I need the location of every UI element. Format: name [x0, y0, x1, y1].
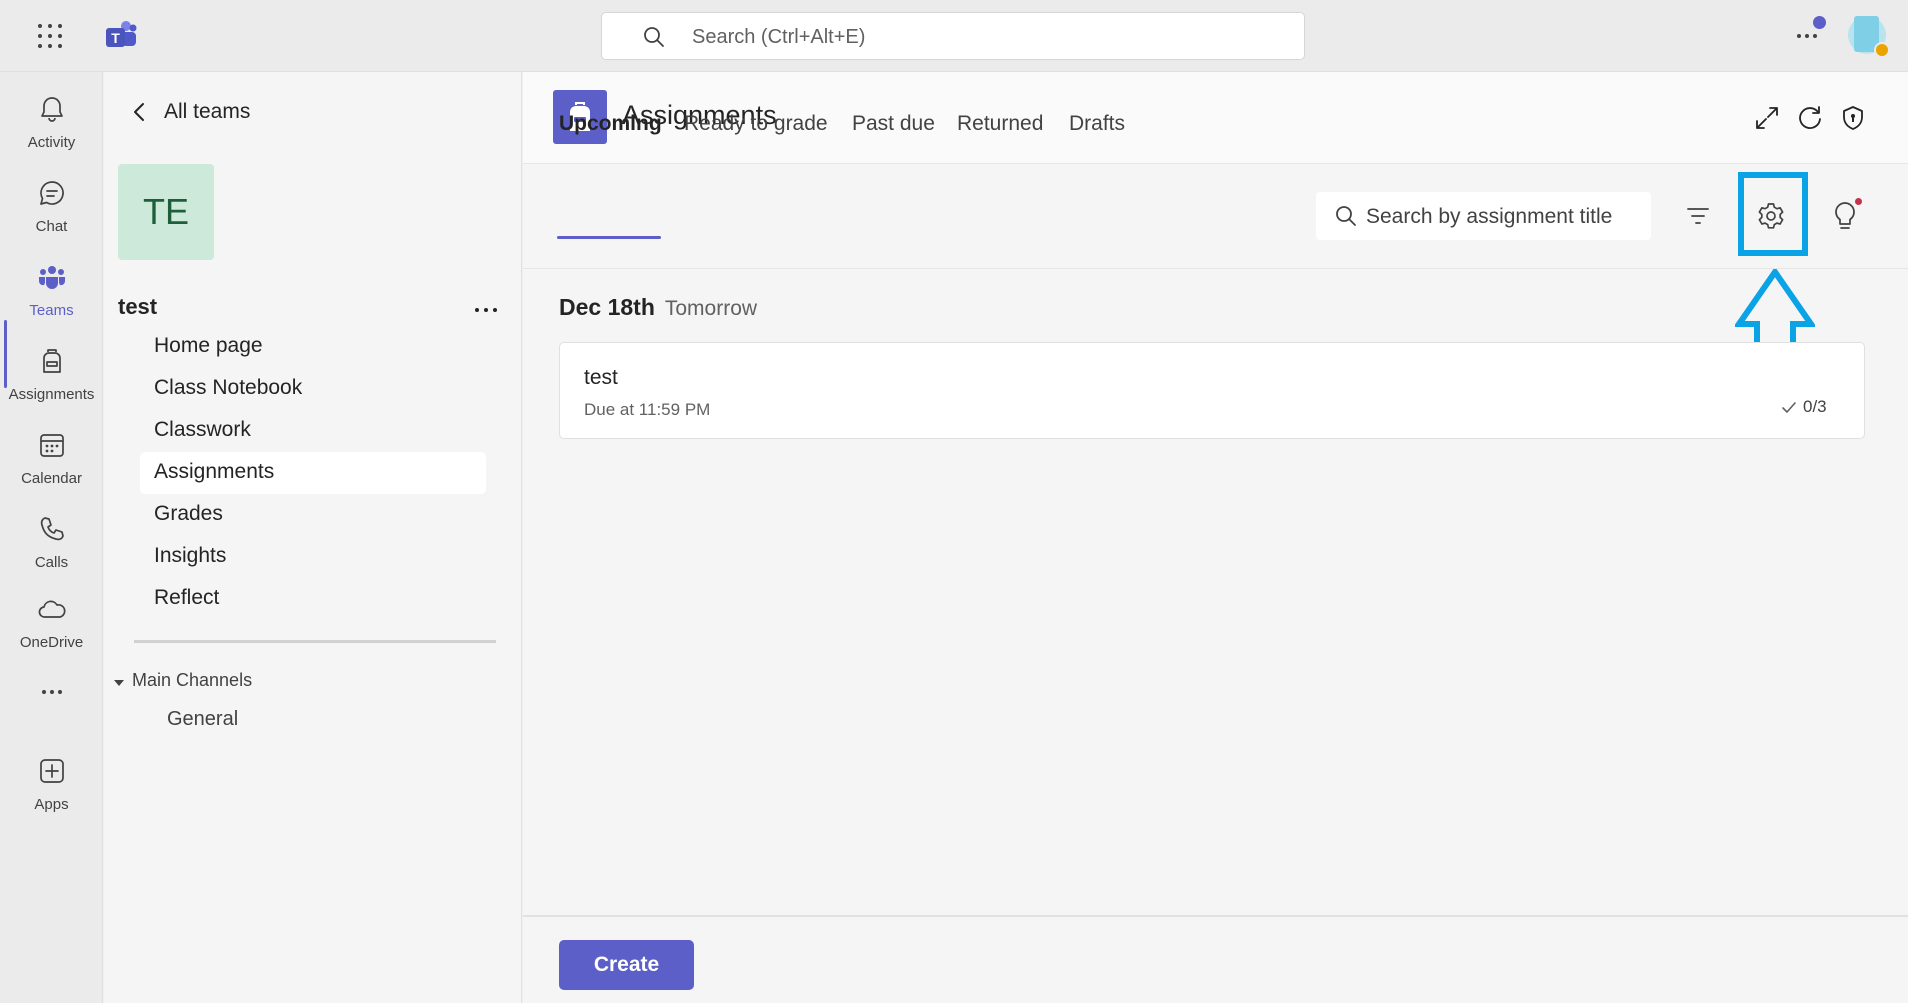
channel-general[interactable]: General	[167, 708, 238, 731]
team-avatar: TE	[118, 164, 214, 260]
team-name: test	[118, 294, 158, 319]
rail-label: Apps	[34, 796, 69, 813]
rail-item-onedrive[interactable]: OneDrive	[0, 582, 103, 662]
highlight-box	[1738, 172, 1808, 256]
footer-divider	[523, 915, 1908, 917]
lightbulb-icon[interactable]	[1830, 200, 1860, 234]
rail-item-calendar[interactable]: Calendar	[0, 418, 103, 498]
more-icon	[42, 690, 62, 694]
rail-label: Calendar	[21, 470, 82, 487]
rail-item-activity[interactable]: Activity	[0, 82, 103, 162]
presence-status-icon	[1874, 42, 1890, 58]
sidebar-divider	[134, 640, 496, 643]
assignment-due: Due at 11:59 PM	[584, 400, 711, 419]
chat-icon	[40, 181, 64, 205]
all-teams-label: All teams	[164, 100, 251, 123]
rail-item-teams[interactable]: Teams	[0, 250, 103, 330]
nav-label: Class Notebook	[154, 376, 303, 399]
nav-item-insights[interactable]: Insights	[140, 536, 486, 578]
create-button[interactable]: Create	[559, 940, 694, 990]
rail-label: Assignments	[8, 386, 95, 403]
phone-icon	[40, 517, 64, 541]
tabs-divider	[523, 268, 1908, 269]
nav-label: Home page	[154, 334, 263, 357]
notification-dot	[1813, 16, 1826, 29]
rail-item-calls[interactable]: Calls	[0, 502, 103, 582]
rail-label: Teams	[29, 302, 74, 319]
nav-label: Grades	[154, 502, 223, 525]
add-app-icon	[40, 759, 64, 783]
assignment-search-input[interactable]: Search by assignment title	[1316, 192, 1651, 240]
assignment-card[interactable]: test Due at 11:59 PM 0/3	[559, 342, 1865, 439]
filter-icon[interactable]	[1684, 204, 1712, 228]
submission-count: 0/3	[1803, 397, 1827, 416]
date-group-header: Dec 18th Tomorrow	[559, 294, 757, 321]
lightbulb-notification-dot	[1855, 198, 1862, 205]
rail-label: Calls	[34, 554, 69, 571]
checkmark-icon	[1782, 402, 1796, 413]
nav-item-assignments[interactable]: Assignments	[140, 452, 486, 494]
cloud-icon	[38, 600, 66, 618]
channels-header-label: Main Channels	[132, 670, 253, 690]
expand-icon[interactable]	[1753, 104, 1781, 132]
rail-item-apps[interactable]: Apps	[0, 744, 103, 824]
rail-label: OneDrive	[19, 634, 84, 651]
backpack-icon	[43, 349, 61, 373]
tab-upcoming[interactable]: Upcoming	[559, 112, 662, 136]
rail-label: Activity	[27, 134, 76, 151]
tab-drafts[interactable]: Drafts	[1069, 112, 1125, 136]
search-icon	[1336, 206, 1356, 226]
nav-label: Insights	[154, 544, 227, 567]
caret-down-icon	[114, 680, 124, 686]
teams-icon	[38, 266, 66, 289]
rail-more-apps[interactable]	[0, 672, 103, 712]
team-sidebar: All teams TE test Home page Class Notebo…	[104, 72, 522, 1003]
teams-logo-icon: T	[106, 21, 137, 47]
search-placeholder: Search (Ctrl+Alt+E)	[692, 26, 866, 48]
nav-item-class-notebook[interactable]: Class Notebook	[140, 368, 486, 410]
nav-label: Assignments	[154, 460, 275, 483]
nav-item-reflect[interactable]: Reflect	[140, 578, 486, 620]
rail-item-assignments[interactable]: Assignments	[0, 334, 103, 414]
bell-icon	[41, 97, 63, 122]
shield-icon[interactable]	[1839, 104, 1867, 132]
global-search-input[interactable]: Search (Ctrl+Alt+E)	[601, 12, 1305, 60]
tab-ready-to-grade[interactable]: Ready to grade	[684, 112, 828, 136]
assignment-title: test	[584, 366, 618, 389]
app-rail: Activity Chat Teams Assignments Calendar…	[0, 72, 103, 1003]
search-icon	[644, 27, 664, 47]
chevron-left-icon	[134, 103, 144, 121]
refresh-icon[interactable]	[1796, 104, 1824, 132]
rail-label: Chat	[35, 218, 68, 235]
rail-item-chat[interactable]: Chat	[0, 166, 103, 246]
active-tab-indicator	[557, 236, 661, 239]
nav-item-home-page[interactable]: Home page	[140, 326, 486, 368]
date-label: Dec 18th	[559, 294, 655, 320]
top-bar: T Search (Ctrl+Alt+E)	[0, 0, 1908, 72]
nav-item-grades[interactable]: Grades	[140, 494, 486, 536]
team-initials: TE	[142, 191, 189, 232]
relative-date-label: Tomorrow	[664, 297, 758, 320]
tab-past-due[interactable]: Past due	[852, 112, 935, 136]
assignment-search-placeholder: Search by assignment title	[1366, 205, 1613, 228]
app-launcher-icon[interactable]	[36, 22, 64, 50]
svg-text:T: T	[111, 30, 120, 46]
calendar-icon	[40, 434, 64, 457]
tab-returned[interactable]: Returned	[957, 112, 1043, 136]
nav-label: Reflect	[154, 586, 220, 609]
team-more-options-icon[interactable]	[472, 300, 500, 320]
nav-item-classwork[interactable]: Classwork	[140, 410, 486, 452]
nav-label: Classwork	[154, 418, 251, 441]
